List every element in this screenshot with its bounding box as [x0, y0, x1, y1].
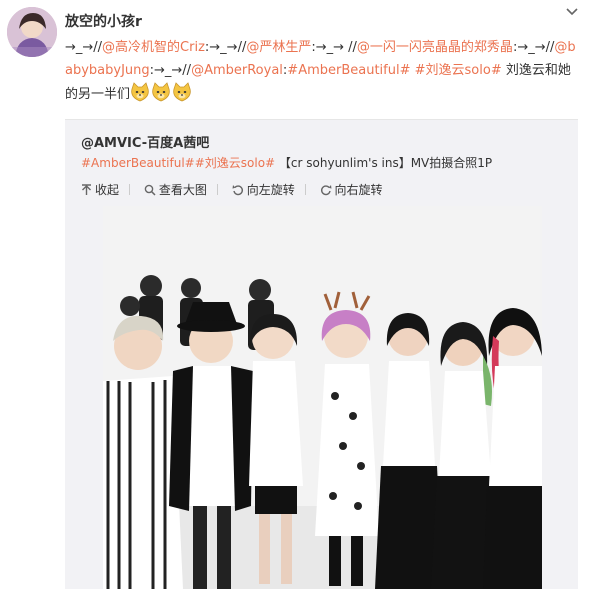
chevron-down-icon[interactable]: [562, 4, 582, 20]
mention-link[interactable]: #刘逸云solo#: [415, 63, 502, 78]
group-photo[interactable]: [103, 206, 542, 589]
mention-link[interactable]: #AmberBeautiful#: [287, 63, 410, 78]
repost-text: #AmberBeautiful##刘逸云solo# 【cr sohyunlim'…: [81, 154, 492, 171]
rotate-right-icon: [320, 185, 332, 196]
post-text-segment: :→_→//: [149, 62, 192, 78]
rotate-left-button[interactable]: 向左旋转: [232, 181, 295, 198]
post-text-segment: :→_→//: [204, 40, 247, 55]
view-large-button[interactable]: 查看大图: [144, 181, 207, 198]
mention-link[interactable]: @严林生严: [246, 40, 311, 55]
repost-card: @AMVIC-百度A茜吧 #AmberBeautiful##刘逸云solo# 【…: [65, 119, 578, 589]
repost-body: 【cr sohyunlim's ins】MV拍摄合照1P: [275, 156, 493, 170]
avatar[interactable]: [7, 7, 57, 57]
doge-emoji-icon: [152, 82, 170, 102]
doge-emoji-icon: [173, 82, 191, 102]
hashtag-link[interactable]: #AmberBeautiful##刘逸云solo#: [81, 156, 275, 170]
username[interactable]: 放空的小孩r: [65, 11, 142, 31]
collapse-button[interactable]: 收起: [81, 181, 119, 198]
rotate-left-icon: [232, 185, 243, 196]
mention-link[interactable]: @一闪一闪亮晶晶的郑秀晶: [357, 40, 513, 55]
mention-link[interactable]: @高冷机智的Criz: [102, 40, 205, 55]
collapse-icon: [82, 184, 91, 195]
repost-author[interactable]: @AMVIC-百度A茜吧: [81, 132, 209, 151]
rotate-right-button[interactable]: 向右旋转: [320, 181, 383, 198]
post-text: →_→//@高冷机智的Criz:→_→//@严林生严:→_→ //@一闪一闪亮晶…: [65, 37, 580, 107]
post-text-segment: :→_→ //: [311, 40, 357, 55]
mention-link[interactable]: @AmberRoyal: [191, 63, 283, 78]
post-text-segment: →_→//: [65, 40, 103, 55]
post-text-segment: :→_→//: [512, 40, 555, 55]
doge-emoji-icon: [131, 82, 149, 102]
search-icon: [144, 184, 156, 196]
image-toolbar: 收起 查看大图 向左旋转 向右旋转: [81, 181, 393, 198]
